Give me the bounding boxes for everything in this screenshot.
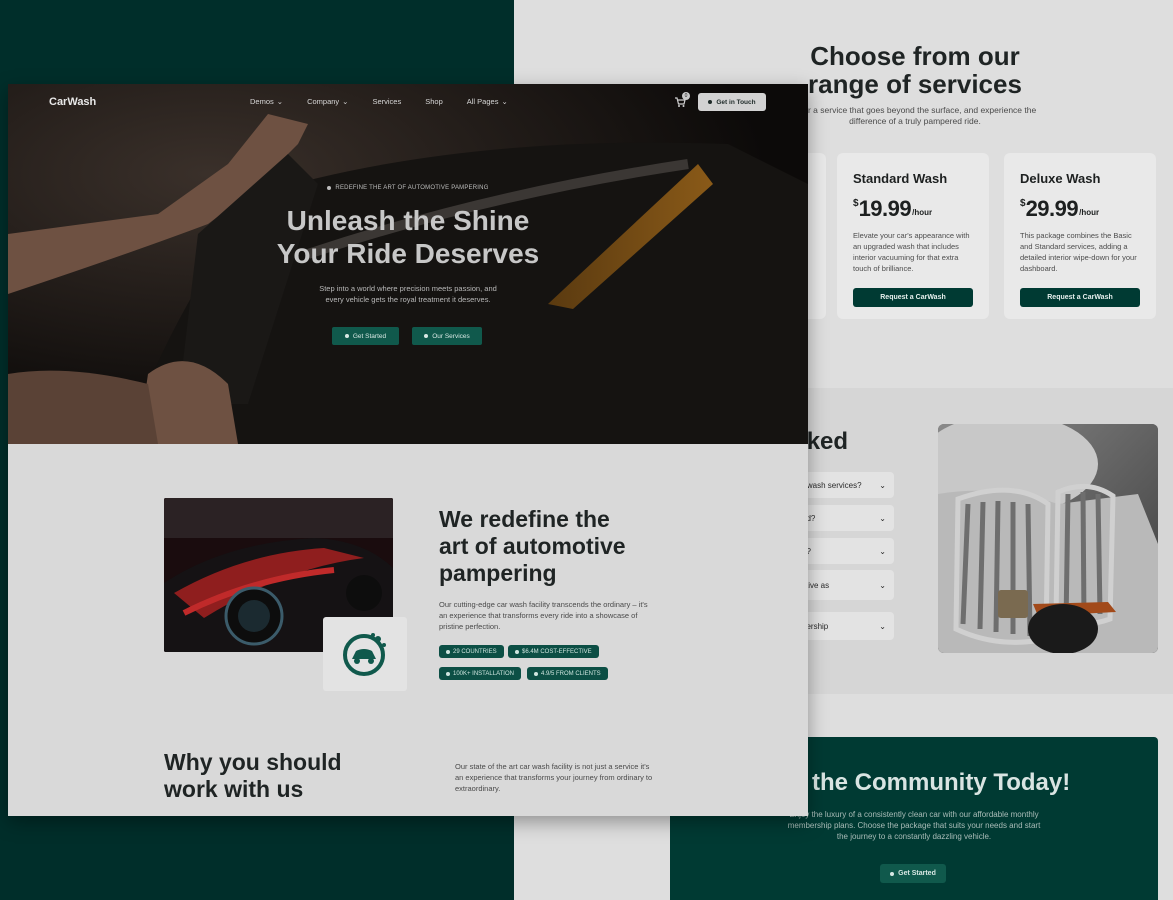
top-navigation: CarWash Demos ⌄ Company ⌄ Services Shop Al… xyxy=(8,84,808,120)
request-carwash-button[interactable]: Request a CarWash xyxy=(1020,288,1140,307)
homepage-preview: CarWash Demos ⌄ Company ⌄ Services Shop Al… xyxy=(8,84,808,816)
chevron-down-icon: ⌄ xyxy=(879,513,886,523)
hero-subtitle: Step into a world where precision meets … xyxy=(319,284,497,304)
about-title: We redefine the art of automotive pamper… xyxy=(439,506,626,586)
about-text: Our cutting-edge car wash facility trans… xyxy=(439,600,648,631)
nav-item-company[interactable]: Company ⌄ xyxy=(307,97,348,106)
nav-item-all-pages[interactable]: All Pages ⌄ xyxy=(467,97,508,106)
chevron-down-icon: ⌄ xyxy=(879,480,886,490)
services-subtitle: n for a service that goes beyond the sur… xyxy=(793,105,1037,126)
hero-section: CarWash Demos ⌄ Company ⌄ Services Shop Al… xyxy=(8,84,808,444)
stat-pill: 4.9/5 FROM CLIENTS xyxy=(527,667,608,680)
bullet-icon xyxy=(446,671,450,676)
bullet-icon xyxy=(344,334,349,338)
card-price: $ 29.99 /hour xyxy=(1020,196,1100,221)
stat-pill: $6.4M COST-EFFECTIVE xyxy=(508,645,599,658)
card-description: This package combines the Basic and Stan… xyxy=(1020,231,1137,273)
chevron-down-icon: ⌄ xyxy=(276,97,284,106)
bullet-icon xyxy=(890,871,895,876)
get-in-touch-button[interactable]: Get in Touch xyxy=(698,93,766,111)
service-card-deluxe: Deluxe Wash $ 29.99 /hour This package c… xyxy=(1004,153,1156,319)
card-price: $ 19.99 /hour xyxy=(853,196,933,221)
nav-item-demos[interactable]: Demos ⌄ xyxy=(250,97,283,106)
bullet-icon xyxy=(424,334,429,338)
card-title: Standard Wash xyxy=(853,171,948,186)
logo[interactable]: CarWash xyxy=(49,96,96,108)
car-wash-logo-icon xyxy=(343,633,386,676)
car-wash-badge xyxy=(323,617,407,691)
bullet-icon xyxy=(708,100,713,104)
chevron-down-icon: ⌄ xyxy=(342,97,349,106)
chevron-down-icon: ⌄ xyxy=(879,546,886,556)
service-card-standard: Standard Wash $ 19.99 /hour Elevate your… xyxy=(837,153,989,319)
car-grille-washing-image xyxy=(938,424,1158,653)
chevron-down-icon: ⌄ xyxy=(879,580,886,590)
bullet-icon xyxy=(446,649,450,654)
bullet-icon xyxy=(534,671,538,676)
get-started-button[interactable]: Get Started xyxy=(332,327,399,345)
chevron-down-icon: ⌄ xyxy=(501,97,508,106)
hero-eyebrow: REDEFINE THE ART OF AUTOMOTIVE PAMPERING xyxy=(8,185,808,191)
why-text: Our state of the art car wash facility i… xyxy=(455,762,653,793)
community-text: Enjoy the luxury of a consistently clean… xyxy=(787,810,1041,841)
hero-title: Unleash the Shine Your Ride Deserves xyxy=(276,205,540,269)
bullet-icon xyxy=(515,649,519,654)
nav-item-services[interactable]: Services xyxy=(372,97,401,106)
stat-pill: 100K+ INSTALLATION xyxy=(439,667,521,680)
community-title: the Community Today! xyxy=(812,769,1071,796)
card-title: Deluxe Wash xyxy=(1020,171,1101,186)
card-description: Elevate your car's appearance with an up… xyxy=(853,231,970,273)
why-title: Why you should work with us xyxy=(164,749,342,802)
nav-item-shop[interactable]: Shop xyxy=(425,97,443,106)
stat-pill: 29 COUNTRIES xyxy=(439,645,504,658)
community-get-started-button[interactable]: Get Started xyxy=(880,864,946,883)
chevron-down-icon: ⌄ xyxy=(879,621,886,631)
bullet-icon xyxy=(327,186,332,190)
request-carwash-button[interactable]: Request a CarWash xyxy=(853,288,973,307)
nav-links: Demos ⌄ Company ⌄ Services Shop All Pages ⌄ xyxy=(250,97,508,106)
services-title: Choose from our range of services xyxy=(808,41,1022,99)
our-services-button[interactable]: Our Services xyxy=(412,327,482,345)
cart-count-badge: 0 xyxy=(682,92,690,100)
